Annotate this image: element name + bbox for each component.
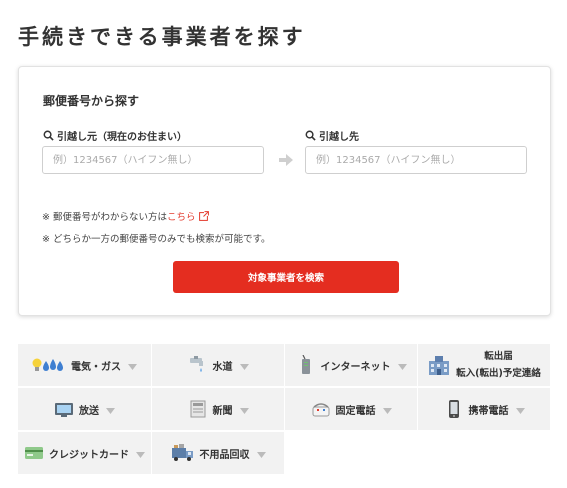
truck-icon — [171, 444, 193, 461]
category-label: 電気・ガス — [71, 361, 121, 373]
category-label: インターネット — [320, 361, 391, 373]
category-mobile[interactable]: 携帯電話 — [418, 388, 551, 431]
category-label: 新聞 — [212, 405, 233, 417]
search-scope-note: ※ どちらか一方の郵便番号のみでも検索が可能です。 — [42, 234, 271, 245]
page-title: 手続きできる事業者を探す — [18, 25, 306, 49]
external-link-icon — [198, 211, 209, 221]
postal-help-note: ※ 郵便番号がわからない方はこちら — [42, 209, 209, 223]
chevron-down-icon — [239, 408, 249, 414]
search-icon — [43, 130, 54, 141]
from-label-text: 引越し元（現在のお住まい） — [57, 132, 187, 143]
category-electricity-gas[interactable]: 電気・ガス — [18, 344, 152, 387]
category-label: 放送 — [79, 405, 99, 417]
category-label: 水道 — [212, 361, 233, 373]
category-label: クレジットカード — [49, 449, 129, 461]
chevron-down-icon — [397, 364, 407, 370]
category-landline[interactable]: 固定電話 — [285, 388, 418, 431]
tv-icon — [55, 403, 73, 417]
to-label-text: 引越し先 — [319, 132, 359, 143]
chevron-down-icon — [128, 364, 137, 370]
from-field-label: 引越し元（現在のお住まい） — [43, 128, 187, 143]
landline-phone-icon — [312, 403, 329, 417]
to-field-label: 引越し先 — [305, 128, 359, 143]
search-icon — [305, 130, 316, 141]
electricity-gas-icon — [32, 358, 63, 371]
router-icon — [301, 355, 310, 374]
postal-lookup-link[interactable]: こちら — [167, 212, 196, 223]
search-providers-button[interactable]: 対象事業者を検索 — [173, 261, 399, 293]
credit-card-icon — [25, 447, 43, 459]
category-internet[interactable]: インターネット — [285, 344, 418, 387]
from-postal-input[interactable] — [42, 146, 264, 174]
to-postal-input[interactable] — [305, 146, 527, 174]
chevron-down-icon — [515, 408, 525, 414]
newspaper-icon — [190, 400, 205, 418]
category-water[interactable]: 水道 — [152, 344, 285, 387]
chevron-down-icon — [256, 452, 266, 458]
card-heading: 郵便番号から探す — [43, 94, 140, 108]
chevron-down-icon — [382, 408, 392, 414]
category-junk-collection[interactable]: 不用品回収 — [152, 432, 285, 475]
chevron-down-icon — [239, 364, 249, 370]
chevron-down-icon — [106, 408, 115, 414]
category-label: 固定電話 — [335, 405, 376, 417]
category-broadcast[interactable]: 放送 — [18, 388, 152, 431]
faucet-icon — [189, 356, 203, 372]
mobile-phone-icon — [448, 400, 459, 418]
note-text: ※ 郵便番号がわからない方は — [42, 212, 167, 223]
category-credit-card[interactable]: クレジットカード — [18, 432, 152, 475]
category-label: 不用品回収 — [199, 449, 250, 461]
city-hall-icon — [429, 356, 450, 375]
category-label: 転出届 転入(転出)予定連絡 — [456, 348, 541, 382]
category-newspaper[interactable]: 新聞 — [152, 388, 285, 431]
category-label: 携帯電話 — [468, 405, 509, 417]
category-moving-notice[interactable]: 転出届 転入(転出)予定連絡 — [418, 344, 551, 387]
postal-search-card: 郵便番号から探す 引越し元（現在のお住まい） 引越し先 ※ 郵便番号がわからない… — [18, 66, 551, 316]
category-label-line1: 転出届 — [484, 351, 513, 362]
category-label-line2: 転入(転出)予定連絡 — [456, 368, 541, 379]
chevron-down-icon — [136, 452, 145, 458]
arrow-right-icon — [279, 154, 293, 166]
